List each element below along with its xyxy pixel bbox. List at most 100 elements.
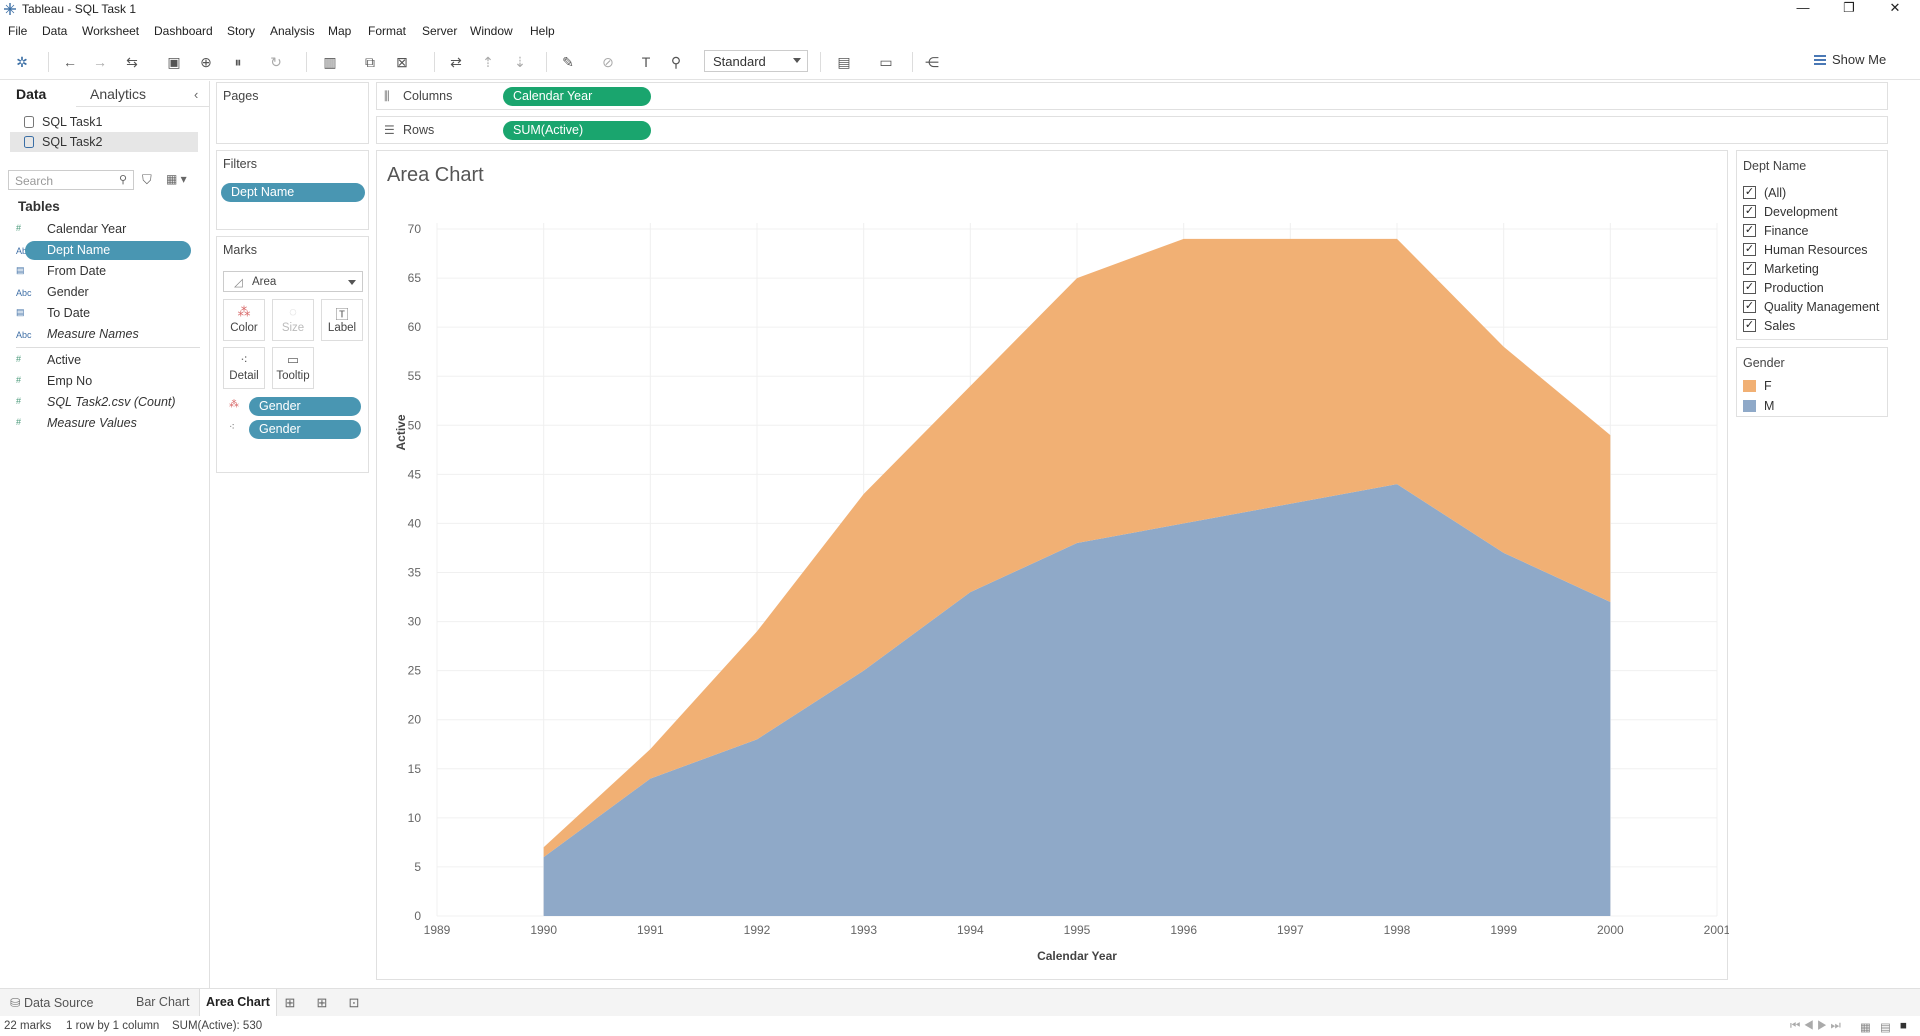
menu-story[interactable]: Story [227,24,255,38]
menu-dashboard[interactable]: Dashboard [154,24,213,38]
number-type-icon: # [16,375,22,385]
pages-card[interactable]: Pages [216,82,369,144]
detail-button[interactable]: ⁖ Detail [223,347,265,389]
save-icon[interactable]: ▣ [164,52,184,72]
field-count[interactable]: # SQL Task2.csv (Count) [16,393,206,413]
highlight-icon[interactable]: ✎ [558,52,578,72]
close-button[interactable]: ✕ [1872,0,1918,18]
filter-pill-dept-name[interactable]: Dept Name [221,183,365,202]
checkbox-checked-icon: ✓ [1743,243,1756,256]
menu-help[interactable]: Help [530,24,555,38]
area-chart[interactable]: 0 5 10 15 20 25 30 35 40 45 50 55 60 65 70 1989 1990 1991… [377,151,1729,981]
show-mark-labels-icon[interactable]: T [636,52,656,72]
presentation-mode-icon[interactable]: ▭ [876,52,896,72]
new-datasource-icon[interactable]: ⊕ [196,52,216,72]
filter-icon[interactable]: ⛉ [142,172,152,188]
tooltip-button[interactable]: ▭ Tooltip [272,347,314,389]
field-gender[interactable]: Abc Gender [16,283,206,303]
field-dept-name[interactable]: Abc Dept Name [16,241,206,261]
field-measure-names[interactable]: Abc Measure Names [16,325,206,345]
tab-data[interactable]: Data [16,86,46,102]
sheet-navigation-icon[interactable]: ⏮ ◀ ▶ ⏭ [1790,1020,1841,1033]
rows-shelf[interactable]: ☰ Rows SUM(Active) [376,116,1888,144]
datasource-sql-task2[interactable]: SQL Task2 [10,132,198,152]
menu-map[interactable]: Map [328,24,351,38]
mark-type-value: Area [252,276,277,288]
dept-filter-label: Quality Management [1764,300,1880,314]
swap-rows-columns-icon[interactable]: ⇄ [446,52,466,72]
undo-icon[interactable]: ← [60,52,80,72]
window-title: Tableau - SQL Task 1 [22,2,137,16]
menu-format[interactable]: Format [368,24,406,38]
size-button[interactable]: ◌ Size [272,299,314,341]
search-input[interactable]: Search ⚲ [8,170,134,190]
refresh-icon[interactable]: ↻ [266,52,286,72]
sheet-sorter-icon[interactable]: ▦ [1860,1020,1871,1034]
field-from-date[interactable]: ▤ From Date [16,262,206,282]
redo-icon[interactable]: → [90,52,110,72]
marks-pill-gender-detail[interactable]: Gender [249,420,361,439]
field-to-date[interactable]: ▤ To Date [16,304,206,324]
minimize-button[interactable]: — [1780,0,1826,18]
columns-shelf[interactable]: ⫼ Columns Calendar Year [376,82,1888,110]
rows-pill-sum-active[interactable]: SUM(Active) [503,121,651,140]
tab-analytics[interactable]: Analytics [90,86,146,102]
tableau-home-icon[interactable]: ✲ [12,52,32,72]
fix-axes-icon[interactable]: ⚲ [666,52,686,72]
field-calendar-year[interactable]: # Calendar Year [16,220,206,240]
status-marks-count: 22 marks [4,1020,52,1032]
show-me-button[interactable]: Show Me [1814,52,1886,67]
menu-worksheet[interactable]: Worksheet [82,24,139,38]
x-tick-label: 1999 [1490,923,1517,937]
new-story-icon[interactable]: ⊡ [346,995,362,1011]
y-axis-title: Active [394,414,408,450]
tabs-view-icon[interactable]: ■ [1900,1020,1907,1032]
pause-updates-icon[interactable]: ⏸ [228,52,248,72]
chevron-down-icon [793,58,801,63]
tab-area-chart[interactable]: Area Chart [199,989,277,1016]
columns-pill-calendar-year[interactable]: Calendar Year [503,87,651,106]
field-active[interactable]: # Active [16,351,206,371]
field-measure-values[interactable]: # Measure Values [16,414,206,434]
restore-button[interactable]: ❐ [1826,0,1872,18]
new-dashboard-icon[interactable]: ⊞ [314,995,330,1011]
sort-ascending-icon[interactable]: ⇡ [478,52,498,72]
view-options-icon[interactable]: ▦ ▾ [166,172,187,186]
color-swatch [1743,380,1756,392]
fit-select[interactable]: Standard [704,50,808,72]
new-worksheet-icon[interactable]: ⊞ [282,995,298,1011]
rows-icon: ☰ [384,123,395,137]
x-tick-label: 1990 [530,923,557,937]
group-members-icon[interactable]: ⊘ [598,52,618,72]
menu-data[interactable]: Data [42,24,67,38]
filters-card-title: Filters [223,157,258,171]
show-me-label: Show Me [1832,52,1887,67]
color-button[interactable]: ⁂ Color [223,299,265,341]
filmstrip-icon[interactable]: ▤ [1880,1020,1891,1034]
replay-icon[interactable]: ⇆ [122,52,142,72]
menu-file[interactable]: File [8,24,27,38]
duplicate-sheet-icon[interactable]: ⧉ [360,52,380,72]
label-button[interactable]: 🅃 Label [321,299,363,341]
field-label: Dept Name [25,241,191,260]
x-tick-label: 1994 [957,923,984,937]
datasource-sql-task1[interactable]: SQL Task1 [10,112,198,132]
tab-bar-chart[interactable]: Bar Chart [136,995,190,1009]
menu-server[interactable]: Server [422,24,457,38]
share-icon[interactable]: ⋲ [922,52,942,72]
menu-window[interactable]: Window [470,24,513,38]
dept-filter-label: Development [1764,205,1838,219]
mark-type-select[interactable]: ◿ Area [223,271,363,292]
dept-name-filter-card: Dept Name ✓ (All) ✓ Development ✓ Finance ✓… [1736,150,1888,340]
menu-analysis[interactable]: Analysis [270,24,315,38]
show-cards-icon[interactable]: ▤ [834,52,854,72]
date-type-icon: ▤ [16,265,25,275]
chevron-left-icon[interactable]: ‹ [194,87,198,102]
gender-color-legend: Gender F M [1736,347,1888,417]
field-emp-no[interactable]: # Emp No [16,372,206,392]
tab-data-source[interactable]: ⛁ Data Source [10,995,93,1010]
new-worksheet-icon[interactable]: ▥ [320,52,340,72]
marks-pill-gender-color[interactable]: Gender [249,397,361,416]
clear-sheet-icon[interactable]: ⊠ [392,52,412,72]
sort-descending-icon[interactable]: ⇣ [510,52,530,72]
